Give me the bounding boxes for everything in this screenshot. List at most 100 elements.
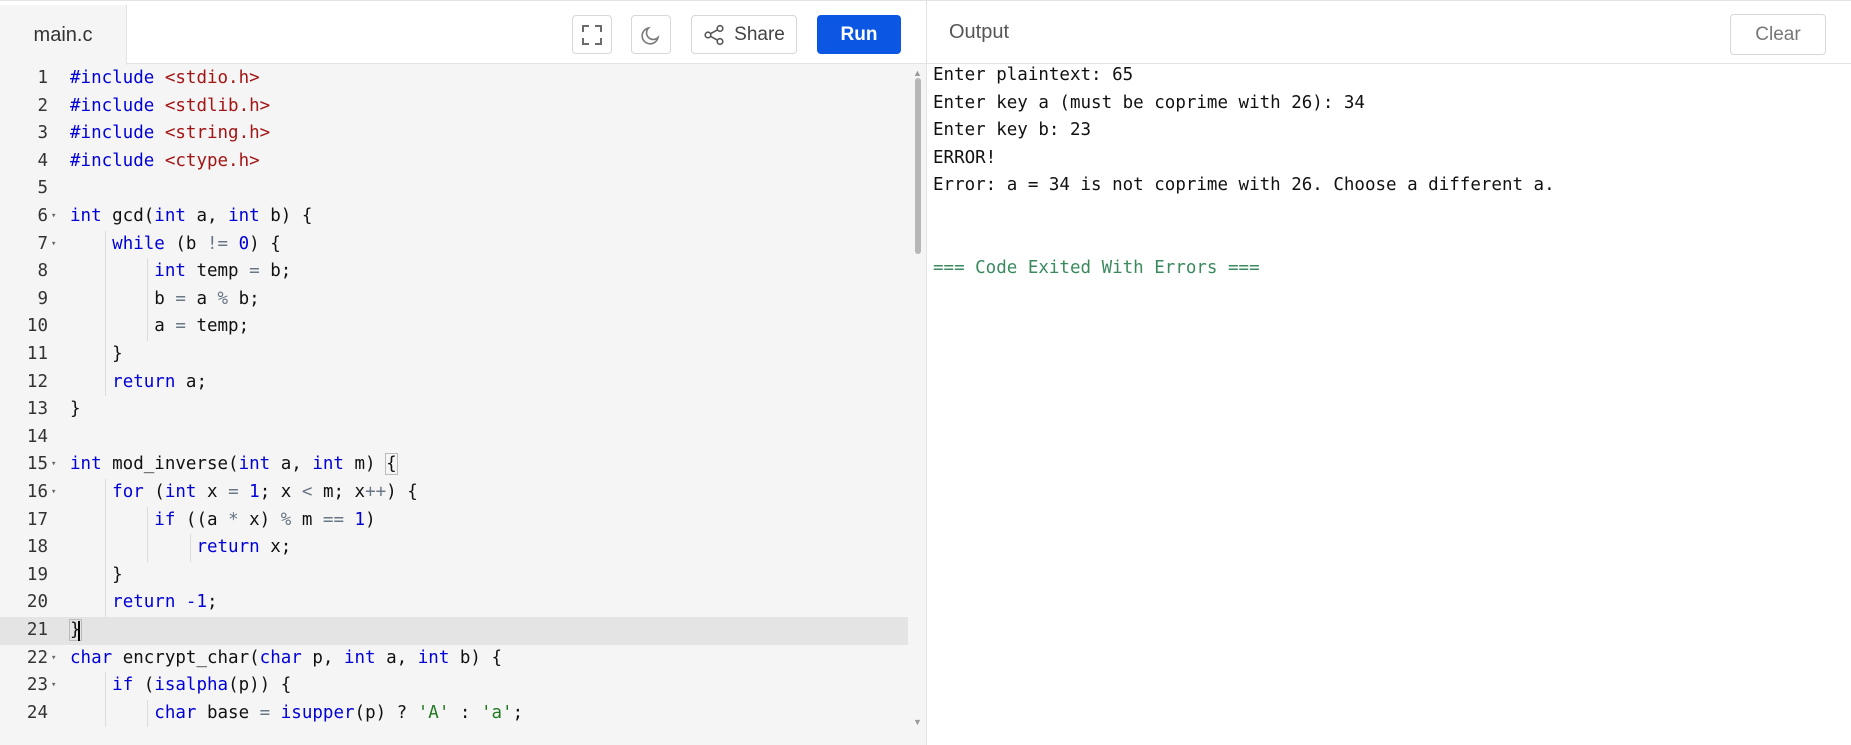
share-button[interactable]: Share: [691, 15, 797, 54]
code-line[interactable]: 3 #include <string.h>: [0, 120, 908, 148]
file-tab-label: main.c: [33, 23, 93, 46]
fullscreen-button[interactable]: [572, 15, 612, 54]
line-number: 10: [26, 316, 48, 337]
code-line[interactable]: 11 }: [0, 341, 908, 369]
code-line[interactable]: 24 char base = isupper(p) ? 'A' : 'a';: [0, 699, 908, 728]
code-text: }: [70, 344, 123, 364]
line-number: 19: [26, 564, 48, 585]
code-line[interactable]: 1 #include <stdio.h>: [0, 65, 908, 93]
line-number: 5: [37, 178, 48, 199]
output-title: Output: [949, 21, 1010, 43]
line-number: 16: [26, 482, 48, 502]
exit-status-message: === Code Exited With Errors ===: [933, 258, 1260, 279]
code-line[interactable]: 10 a = temp;: [0, 313, 908, 341]
line-number: 6: [37, 206, 48, 226]
run-button[interactable]: Run: [817, 15, 901, 54]
line-number: 17: [26, 509, 48, 530]
scrollbar-thumb[interactable]: [915, 78, 921, 254]
editor-toolbar: main.c Share Run: [0, 0, 926, 65]
code-text: #include <stdlib.h>: [70, 95, 271, 116]
code-text: for (int x = 1; x < m; x++) {: [112, 482, 418, 502]
editor-scrollbar[interactable]: ▲ ▼: [910, 64, 926, 745]
code-text: if ((a * x) % m == 1): [154, 509, 376, 530]
line-number: 3: [37, 123, 48, 144]
code-line[interactable]: 12 return a;: [0, 368, 908, 397]
scroll-up-arrow-icon[interactable]: ▲: [913, 68, 922, 78]
output-line: Error: a = 34 is not coprime with 26. Ch…: [933, 175, 1555, 196]
code-text: char encrypt_char(char p, int a, int b) …: [70, 647, 503, 668]
moon-icon: [641, 26, 660, 45]
code-text: a = temp;: [70, 316, 250, 337]
code-text: b = a % b;: [70, 288, 260, 309]
fullscreen-icon: [582, 24, 602, 45]
code-line[interactable]: 18 return x;: [0, 534, 908, 562]
code-line[interactable]: 17 if ((a * x) % m == 1): [0, 506, 908, 535]
line-number: 2: [37, 95, 48, 116]
line-number: 18: [26, 537, 48, 558]
code-text: if (isalpha(p)) {: [112, 675, 292, 696]
text-cursor: [78, 621, 80, 641]
theme-toggle-button[interactable]: [631, 15, 671, 54]
code-line[interactable]: 8 int temp = b;: [0, 258, 908, 286]
code-text: }: [70, 399, 81, 420]
code-line[interactable]: 6 ▾ int gcd(int a, int b) {: [0, 203, 908, 231]
output-line: Enter key a (must be coprime with 26): 3…: [933, 92, 1365, 113]
line-number: 11: [26, 344, 48, 364]
share-icon: [704, 24, 724, 45]
code-text: #include <string.h>: [70, 123, 271, 144]
code-line[interactable]: 4 #include <ctype.h>: [0, 148, 908, 176]
code-line[interactable]: 16 ▾ for (int x = 1; x < m; x++) {: [0, 479, 908, 507]
output-line: Enter key b: 23: [933, 120, 1092, 141]
code-editor[interactable]: 1 #include <stdio.h> 2 #include <stdlib.h> 3…: [0, 64, 908, 729]
code-line[interactable]: 14: [0, 424, 908, 452]
code-text: char base = isupper(p) ? 'A' : 'a';: [154, 702, 524, 723]
line-number: 21: [26, 620, 48, 640]
code-line[interactable]: 20 return -1;: [0, 589, 908, 617]
code-text: int temp = b;: [154, 261, 292, 282]
share-button-label: Share: [734, 23, 785, 45]
output-pane: Output Clear Enter plaintext: 65 Enter k…: [927, 0, 1851, 745]
code-text: #include <stdio.h>: [70, 68, 260, 88]
output-console: Enter plaintext: 65 Enter key a (must be…: [933, 62, 1843, 283]
code-text: return a;: [112, 371, 207, 392]
editor-pane: main.c Share Run 1 #include <stdio.h> 2: [0, 0, 926, 745]
clear-button[interactable]: Clear: [1730, 14, 1826, 55]
code-line[interactable]: 19 }: [0, 561, 908, 590]
output-line: Enter plaintext: 65: [933, 65, 1134, 85]
code-text: #include <ctype.h>: [70, 150, 260, 171]
line-number: 7: [37, 233, 48, 254]
scroll-down-arrow-icon[interactable]: ▼: [913, 717, 922, 727]
code-text: while (b != 0) {: [112, 233, 281, 254]
code-line[interactable]: 7 ▾ while (b != 0) {: [0, 230, 908, 259]
fold-arrow-icon[interactable]: ▾: [51, 231, 56, 259]
code-line[interactable]: 21}: [0, 617, 908, 645]
fold-arrow-icon[interactable]: ▾: [51, 203, 56, 231]
line-number: 15: [26, 454, 48, 475]
fold-arrow-icon[interactable]: ▾: [51, 479, 56, 507]
line-number: 22: [26, 647, 48, 668]
fold-arrow-icon[interactable]: ▾: [51, 672, 56, 700]
code-line[interactable]: 9 b = a % b;: [0, 285, 908, 314]
fold-arrow-icon[interactable]: ▾: [51, 645, 56, 673]
line-number: 8: [37, 261, 48, 282]
file-tab[interactable]: main.c: [0, 5, 127, 65]
output-line: ERROR!: [933, 147, 997, 168]
output-toolbar: Output Clear: [927, 0, 1851, 64]
code-line[interactable]: 22 ▾ char encrypt_char(char p, int a, int …: [0, 645, 908, 673]
fold-arrow-icon[interactable]: ▾: [51, 451, 56, 479]
code-line[interactable]: 2 #include <stdlib.h>: [0, 93, 908, 121]
line-number: 13: [26, 399, 48, 420]
line-number: 9: [37, 288, 48, 309]
line-number: 4: [37, 150, 48, 171]
line-number: 24: [26, 702, 48, 723]
line-number: 12: [26, 371, 48, 392]
clear-button-label: Clear: [1755, 23, 1801, 45]
code-text: int gcd(int a, int b) {: [70, 206, 313, 226]
code-line[interactable]: 15 ▾ int mod_inverse(int a, int m) {: [0, 451, 908, 479]
line-number: 14: [26, 426, 48, 447]
code-line[interactable]: 5: [0, 175, 908, 203]
code-line[interactable]: 23 ▾ if (isalpha(p)) {: [0, 672, 908, 700]
code-text: return -1;: [112, 592, 218, 613]
code-line[interactable]: 13}: [0, 396, 908, 424]
code-text: }: [70, 564, 123, 585]
